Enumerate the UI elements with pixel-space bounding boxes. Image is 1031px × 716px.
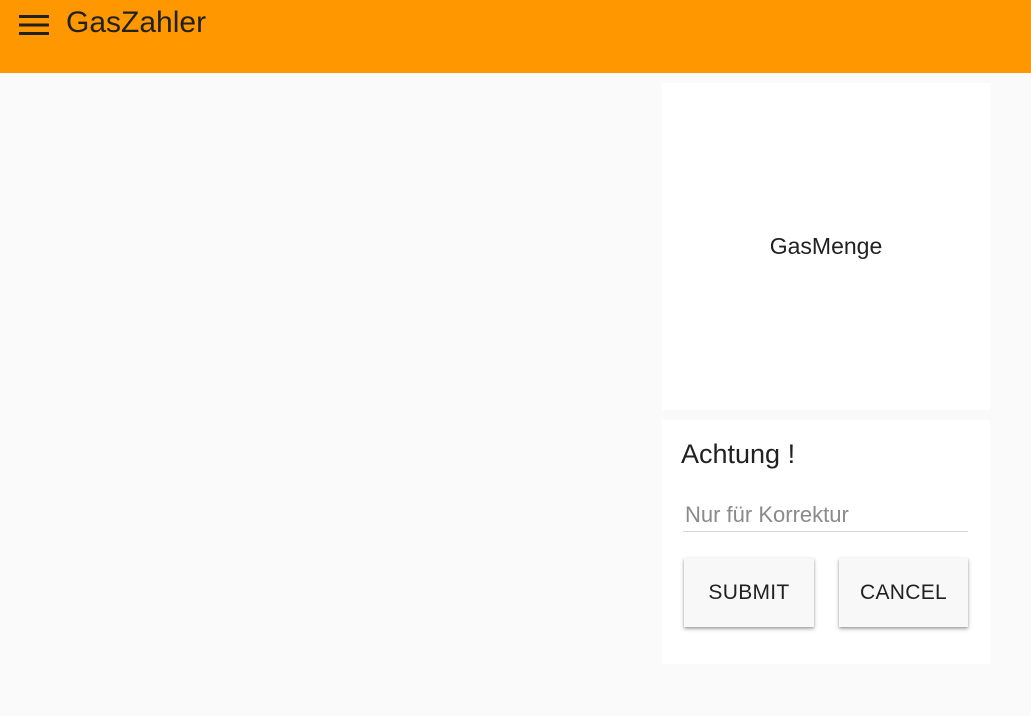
gas-amount-card: GasMenge — [662, 83, 990, 410]
hamburger-menu-icon — [19, 14, 49, 36]
cancel-button[interactable]: CANCEL — [839, 558, 968, 627]
warning-title: Achtung ! — [681, 439, 796, 469]
submit-button[interactable]: SUBMIT — [684, 558, 814, 627]
correction-card: Achtung ! SUBMIT CANCEL — [662, 420, 990, 664]
gas-amount-label: GasMenge — [769, 233, 883, 259]
app-bar: GasZahler — [0, 0, 1031, 73]
menu-button[interactable] — [14, 8, 54, 42]
app-title: GasZahler — [66, 6, 207, 39]
correction-input[interactable] — [683, 498, 968, 532]
